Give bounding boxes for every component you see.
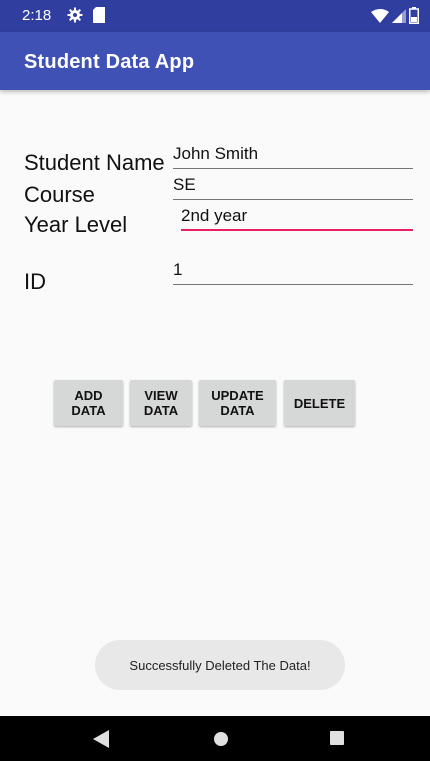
gear-icon: [67, 7, 83, 23]
course-input[interactable]: [173, 170, 413, 200]
student-name-field[interactable]: [173, 139, 413, 169]
status-time: 2:18: [22, 7, 52, 24]
view-data-button[interactable]: VIEW DATA: [130, 380, 192, 426]
id-field[interactable]: [173, 255, 413, 285]
id-input[interactable]: [173, 255, 413, 285]
app-title: Student Data App: [24, 51, 195, 73]
field-underline-focused: [181, 229, 413, 231]
nav-bar: [0, 716, 430, 761]
update-data-button[interactable]: UPDATE DATA: [199, 380, 276, 426]
signal-icon: [392, 9, 406, 23]
app-bar: Student Data App: [0, 32, 430, 90]
course-label: Course: [24, 182, 95, 207]
status-bar: 2:18: [0, 0, 430, 32]
id-label: ID: [24, 269, 46, 294]
field-underline: [173, 284, 413, 285]
field-underline: [173, 199, 413, 200]
back-icon[interactable]: [93, 730, 109, 748]
home-icon[interactable]: [214, 732, 228, 746]
year-level-field[interactable]: [181, 201, 413, 231]
course-field[interactable]: [173, 170, 413, 200]
year-level-input[interactable]: [181, 201, 413, 231]
recent-apps-icon[interactable]: [330, 731, 344, 745]
toast-message: Successfully Deleted The Data!: [95, 640, 345, 690]
student-name-input[interactable]: [173, 139, 413, 169]
year-level-label: Year Level: [24, 212, 128, 237]
battery-icon: [409, 7, 419, 24]
student-name-label: Student Name: [24, 150, 165, 175]
delete-button[interactable]: DELETE: [284, 380, 355, 426]
wifi-icon: [371, 9, 389, 23]
add-data-button[interactable]: ADD DATA: [54, 380, 123, 426]
field-underline: [173, 168, 413, 169]
sd-card-icon: [93, 7, 105, 23]
